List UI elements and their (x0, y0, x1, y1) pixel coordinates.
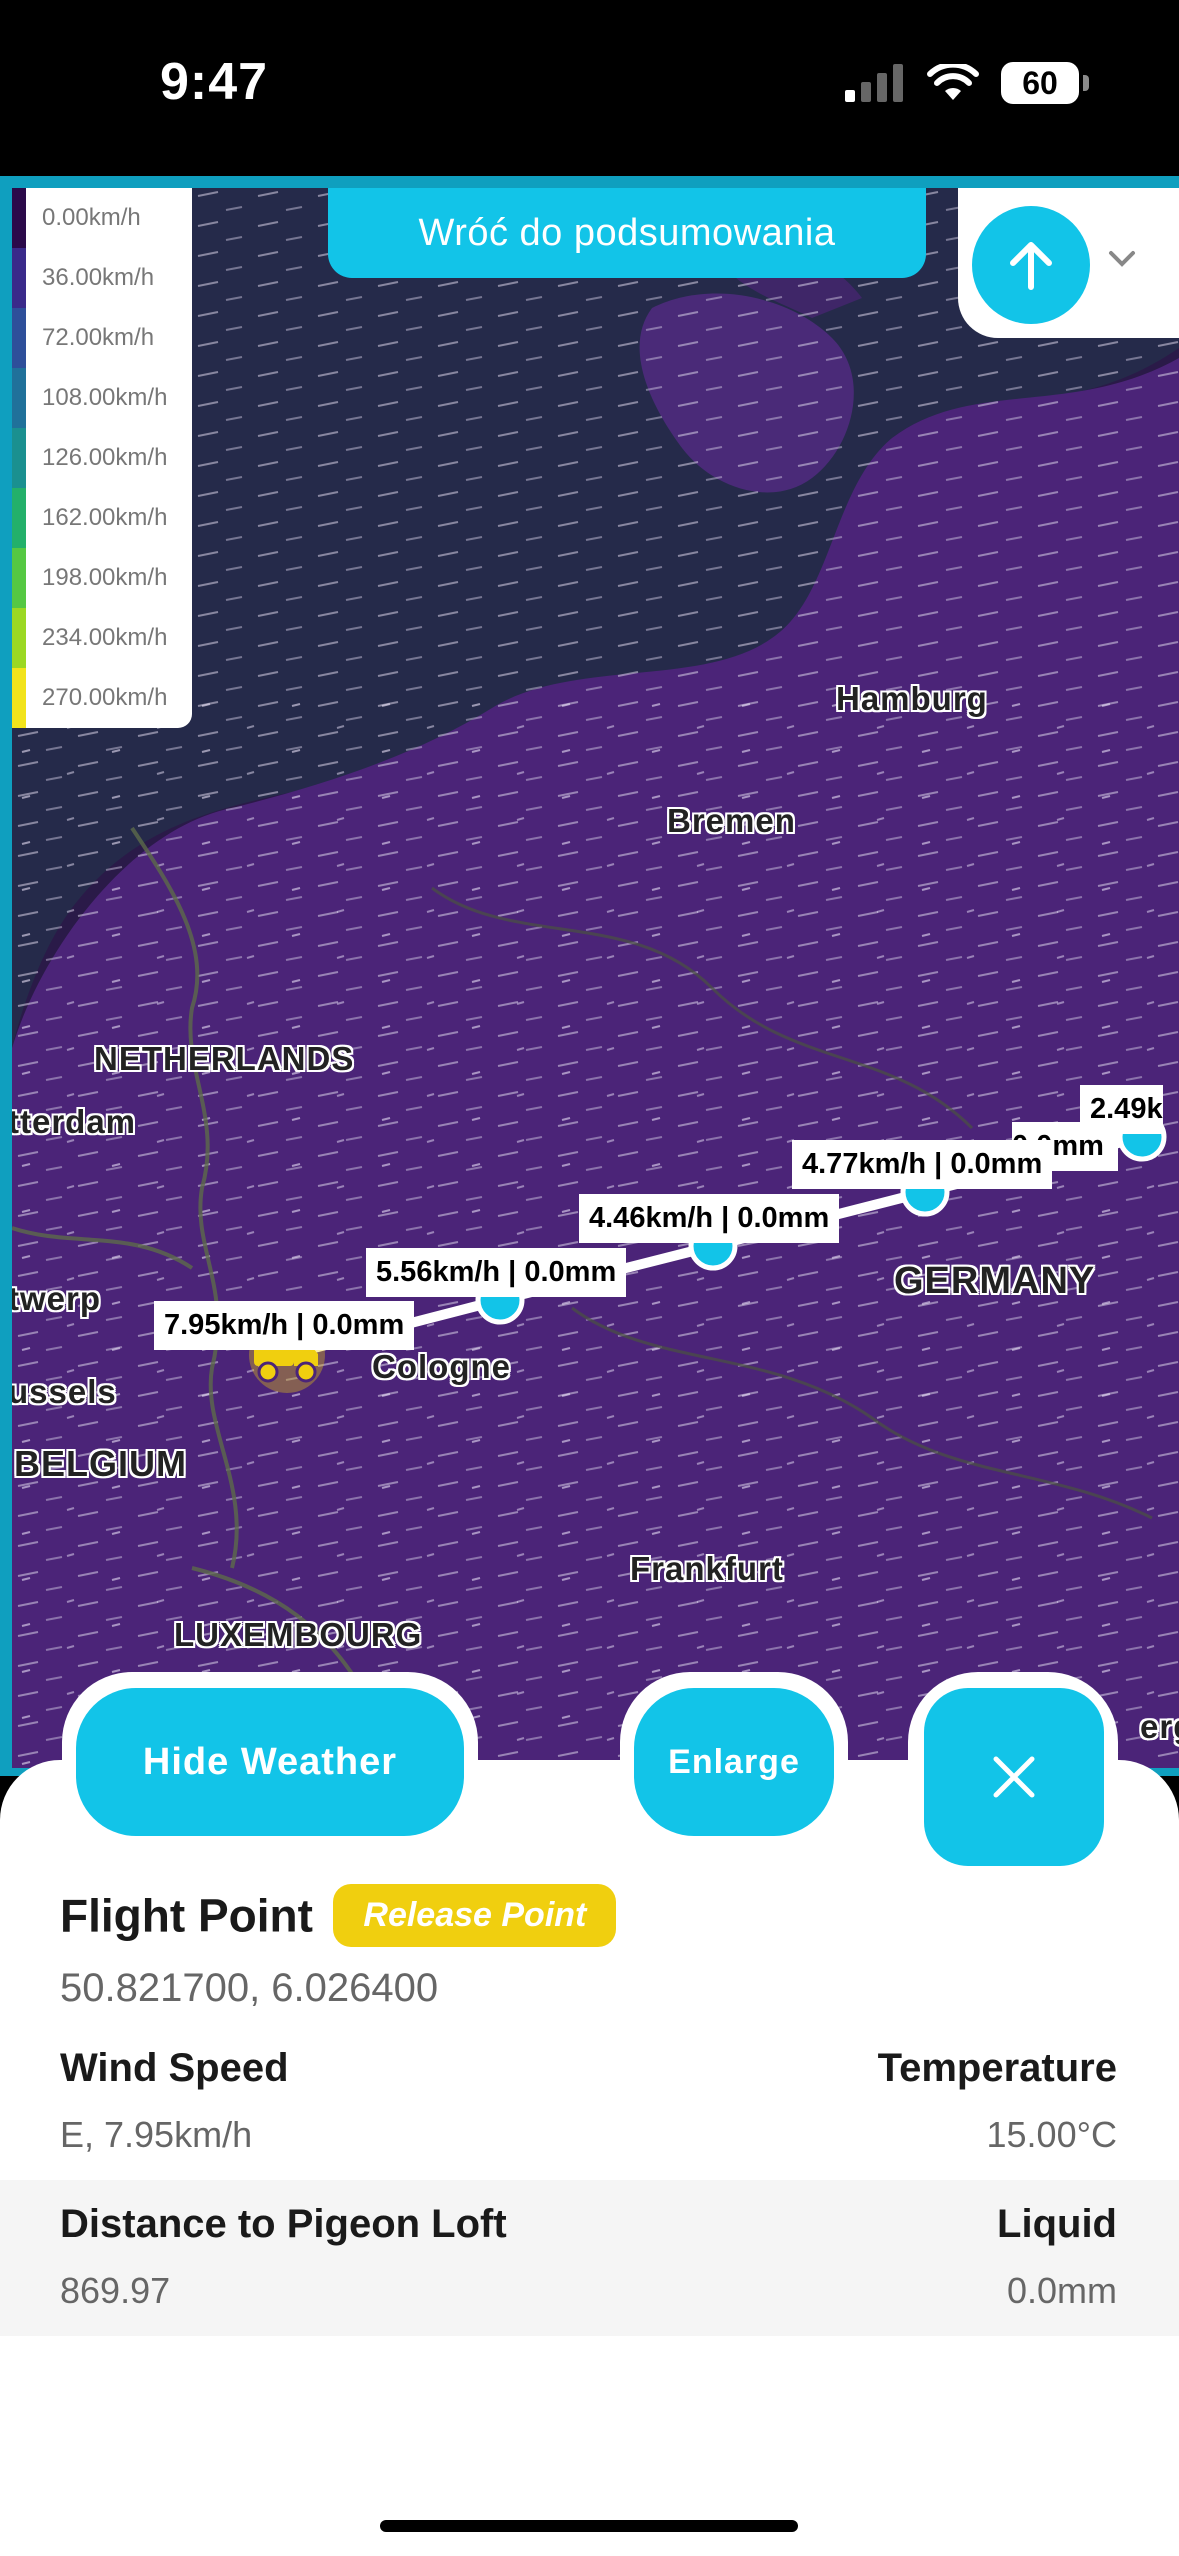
route-tag: 5.56km/h | 0.0mm (366, 1248, 627, 1297)
home-indicator[interactable] (380, 2520, 798, 2532)
legend-swatch (12, 548, 26, 608)
legend-swatch (12, 428, 26, 488)
label-netherlands: NETHERLANDS (94, 1040, 355, 1077)
legend-swatch (12, 248, 26, 308)
back-to-summary-button[interactable]: Wróć do podsumowania (328, 188, 926, 278)
legend-swatch (12, 488, 26, 548)
legend-swatch (12, 368, 26, 428)
arrow-up-icon (1010, 242, 1052, 290)
chevron-down-icon[interactable] (1108, 250, 1136, 268)
label-rotterdam: tterdam (12, 1103, 137, 1140)
route-tag: 7.95km/h | 0.0mm (154, 1301, 415, 1350)
legend-item: 108.00km/h (12, 368, 192, 428)
legend-swatch (12, 668, 26, 728)
legend-label: 36.00km/h (42, 264, 155, 291)
label-edge-city: erg (1140, 1708, 1179, 1745)
label-germany: GERMANY (894, 1260, 1096, 1302)
distance-label: Distance to Pigeon Loft (60, 2202, 507, 2246)
distance-value: 869.97 (60, 2270, 171, 2311)
legend-item: 126.00km/h (12, 428, 192, 488)
liquid-label: Liquid (997, 2202, 1117, 2246)
legend-item: 36.00km/h (12, 248, 192, 308)
legend-label: 0.00km/h (42, 204, 141, 231)
battery-indicator: 60 (1001, 62, 1089, 104)
wind-speed-label: Wind Speed (60, 2046, 289, 2090)
wifi-icon (927, 64, 979, 100)
hide-weather-button[interactable]: Hide Weather (76, 1688, 464, 1836)
liquid-value: 0.0mm (1006, 2270, 1117, 2311)
route-tag: 4.77km/h | 0.0mm (792, 1140, 1053, 1189)
legend-label: 234.00km/h (42, 624, 168, 651)
legend-label: 162.00km/h (42, 504, 168, 531)
release-point-badge: Release Point (333, 1884, 617, 1947)
clock: 9:47 (160, 53, 269, 111)
flight-point-header: Flight Point Release Point (60, 1884, 617, 1947)
legend-item: 234.00km/h (12, 608, 192, 668)
legend-item: 0.00km/h (12, 188, 192, 248)
status-bar: 9:47 60 (0, 0, 1179, 176)
legend-label: 72.00km/h (42, 324, 155, 351)
route-tag: 4.46km/h | 0.0mm (579, 1194, 840, 1243)
legend-swatch (12, 608, 26, 668)
legend-item: 198.00km/h (12, 548, 192, 608)
label-cologne: Cologne (372, 1348, 511, 1385)
label-luxembourg: LUXEMBOURG (174, 1616, 423, 1653)
label-bremen: Bremen (667, 802, 796, 839)
label-antwerp: twerp (12, 1280, 102, 1317)
legend-item: 72.00km/h (12, 308, 192, 368)
legend-label: 126.00km/h (42, 444, 168, 471)
label-hamburg: Hamburg (836, 680, 988, 717)
signal-icon (845, 64, 903, 102)
label-belgium: BELGIUM (14, 1443, 187, 1484)
label-brussels: ussels (12, 1373, 117, 1410)
legend-label: 108.00km/h (42, 384, 168, 411)
legend-swatch (12, 188, 26, 248)
flight-point-title: Flight Point (60, 1889, 313, 1942)
temperature-label: Temperature (877, 2046, 1117, 2090)
legend-label: 270.00km/h (42, 684, 168, 711)
wind-speed-value: E, 7.95km/h (60, 2114, 253, 2155)
legend-item: 270.00km/h (12, 668, 192, 728)
status-icons: 60 (845, 62, 1089, 104)
wind-speed-legend: 0.00km/h 36.00km/h 72.00km/h 108.00km/h 126.… (12, 188, 192, 728)
coordinates: 50.821700, 6.026400 (60, 1966, 439, 2010)
legend-swatch (12, 308, 26, 368)
enlarge-button[interactable]: Enlarge (634, 1688, 834, 1836)
close-icon (993, 1756, 1035, 1798)
north-arrow-button[interactable] (972, 206, 1090, 324)
label-frankfurt: Frankfurt (630, 1550, 784, 1587)
close-button[interactable] (924, 1688, 1104, 1866)
legend-label: 198.00km/h (42, 564, 168, 591)
temperature-value: 15.00°C (986, 2114, 1117, 2155)
route-tag-partial: 2.49k (1080, 1085, 1163, 1134)
legend-item: 162.00km/h (12, 488, 192, 548)
